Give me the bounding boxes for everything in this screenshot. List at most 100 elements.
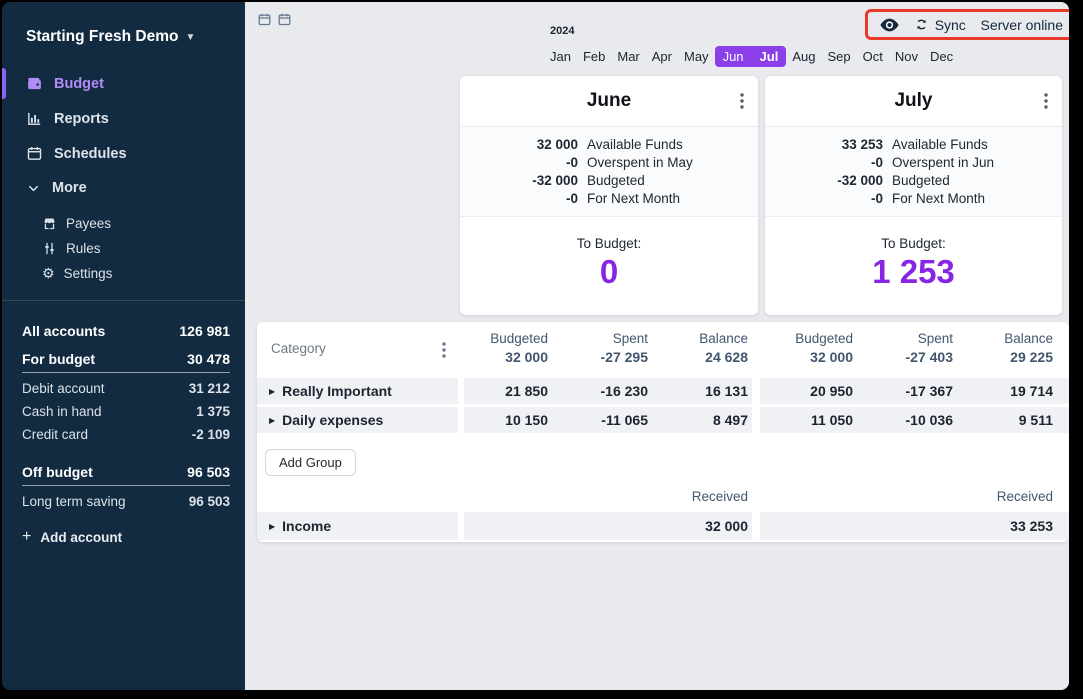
account-label: Cash in hand bbox=[22, 404, 102, 419]
month-jul[interactable]: Jul bbox=[752, 46, 787, 67]
june-income-received-cell[interactable]: 32 000 bbox=[464, 512, 752, 540]
summary-label: Budgeted bbox=[587, 173, 758, 188]
month-jan[interactable]: Jan bbox=[544, 46, 577, 67]
group-expander[interactable]: ▶ Daily expenses bbox=[257, 407, 458, 433]
table-header-row: Category Budgeted32 000 Spent-27 295 Bal… bbox=[257, 322, 1069, 378]
sidebar-item-more[interactable]: More bbox=[2, 171, 245, 205]
month-summary-card-june: June 32 000Available Funds -0Overspent i… bbox=[460, 76, 758, 315]
account-row-cash[interactable]: Cash in hand 1 375 bbox=[2, 400, 245, 423]
for-budget-row[interactable]: For budget 30 478 bbox=[22, 343, 230, 373]
sync-button[interactable]: Sync bbox=[914, 17, 966, 33]
june-spent-header[interactable]: Spent-27 295 bbox=[552, 330, 652, 367]
account-balance: 126 981 bbox=[179, 323, 230, 339]
summary-value: -32 000 bbox=[765, 173, 883, 188]
month-may[interactable]: May bbox=[678, 46, 715, 67]
summary-row: -0Overspent in Jun bbox=[765, 153, 1062, 171]
group-expander[interactable]: ▶Really Important bbox=[257, 378, 458, 404]
july-spent-total: -27 403 bbox=[857, 348, 953, 367]
off-budget-row[interactable]: Off budget 96 503 bbox=[22, 456, 230, 486]
june-balance-total: 24 628 bbox=[652, 348, 748, 367]
account-row-long-term-saving[interactable]: Long term saving 96 503 bbox=[2, 490, 245, 513]
account-label: Long term saving bbox=[22, 494, 126, 509]
june-balance-header[interactable]: Balance24 628 bbox=[652, 330, 752, 367]
month-nov[interactable]: Nov bbox=[889, 46, 924, 67]
category-header-label: Category bbox=[271, 341, 326, 356]
server-status-button[interactable]: Server online bbox=[981, 17, 1064, 33]
group-name: Daily expenses bbox=[282, 412, 383, 428]
received-header-row: Received Received bbox=[257, 487, 1069, 505]
to-budget-amount[interactable]: 1 253 bbox=[872, 253, 955, 291]
july-spent-cell[interactable]: -17 367 bbox=[857, 378, 957, 404]
sidebar-subnav: Payees Rules ⚙ Settings bbox=[2, 211, 245, 286]
privacy-eye-icon[interactable] bbox=[880, 18, 899, 32]
summary-label: Available Funds bbox=[892, 137, 1062, 152]
month-sep[interactable]: Sep bbox=[821, 46, 856, 67]
july-income-received-cell[interactable]: 33 253 bbox=[760, 512, 1057, 540]
triangle-right-icon: ▶ bbox=[269, 522, 275, 531]
add-account-label: Add account bbox=[40, 530, 122, 545]
calendar-one-month-icon[interactable] bbox=[257, 12, 272, 27]
summary-value: -32 000 bbox=[460, 173, 578, 188]
calendar-icon bbox=[26, 145, 43, 162]
wallet-icon bbox=[26, 75, 43, 92]
sidebar-item-settings[interactable]: ⚙ Settings bbox=[2, 261, 245, 286]
july-spent-header[interactable]: Spent-27 403 bbox=[857, 330, 957, 367]
sidebar-item-label: Settings bbox=[64, 266, 113, 281]
month-dec[interactable]: Dec bbox=[924, 46, 959, 67]
account-row-debit[interactable]: Debit account 31 212 bbox=[2, 377, 245, 400]
june-budgeted-header[interactable]: Budgeted32 000 bbox=[464, 330, 552, 367]
june-spent-cell[interactable]: -11 065 bbox=[552, 407, 652, 433]
sidebar: Starting Fresh Demo ▼ Budget Reports Sch… bbox=[2, 2, 245, 690]
july-budgeted-header[interactable]: Budgeted32 000 bbox=[760, 330, 857, 367]
sidebar-item-reports[interactable]: Reports bbox=[2, 101, 245, 136]
july-balance-cell[interactable]: 9 511 bbox=[957, 407, 1057, 433]
month-aug[interactable]: Aug bbox=[786, 46, 821, 67]
month-count-toggle bbox=[257, 12, 292, 27]
triangle-right-icon: ▶ bbox=[269, 416, 275, 425]
july-balance-header[interactable]: Balance29 225 bbox=[957, 330, 1057, 367]
july-balance-cell[interactable]: 19 714 bbox=[957, 378, 1057, 404]
kebab-menu-icon[interactable] bbox=[740, 93, 744, 109]
account-label: Debit account bbox=[22, 381, 105, 396]
month-jun[interactable]: Jun bbox=[715, 46, 752, 67]
account-label: Credit card bbox=[22, 427, 88, 442]
july-budgeted-cell[interactable]: 11 050 bbox=[760, 407, 857, 433]
july-received-label: Received bbox=[760, 489, 1057, 504]
sync-label: Sync bbox=[935, 17, 966, 33]
month-mar[interactable]: Mar bbox=[611, 46, 645, 67]
month-feb[interactable]: Feb bbox=[577, 46, 611, 67]
june-spent-cell[interactable]: -16 230 bbox=[552, 378, 652, 404]
sidebar-item-payees[interactable]: Payees bbox=[2, 211, 245, 236]
all-accounts-row[interactable]: All accounts 126 981 bbox=[2, 315, 245, 343]
kebab-menu-icon[interactable] bbox=[1044, 93, 1048, 109]
calendar-two-month-icon[interactable] bbox=[277, 12, 292, 27]
june-spent-total: -27 295 bbox=[552, 348, 648, 367]
month-apr[interactable]: Apr bbox=[646, 46, 678, 67]
july-budgeted-cell[interactable]: 20 950 bbox=[760, 378, 857, 404]
june-balance-cell[interactable]: 8 497 bbox=[652, 407, 752, 433]
month-oct[interactable]: Oct bbox=[857, 46, 889, 67]
to-budget-amount[interactable]: 0 bbox=[600, 253, 618, 291]
budget-file-menu[interactable]: Starting Fresh Demo ▼ bbox=[2, 2, 245, 52]
account-balance: 96 503 bbox=[189, 494, 230, 509]
july-spent-cell[interactable]: -10 036 bbox=[857, 407, 957, 433]
summary-label: Available Funds bbox=[587, 137, 758, 152]
month-title: June bbox=[587, 90, 631, 112]
account-label: All accounts bbox=[22, 323, 105, 339]
summary-row: 32 000Available Funds bbox=[460, 135, 758, 153]
kebab-menu-icon[interactable] bbox=[442, 342, 446, 358]
account-row-credit-card[interactable]: Credit card -2 109 bbox=[2, 423, 245, 446]
june-budgeted-cell[interactable]: 10 150 bbox=[464, 407, 552, 433]
sidebar-item-schedules[interactable]: Schedules bbox=[2, 136, 245, 171]
june-balance-cell[interactable]: 16 131 bbox=[652, 378, 752, 404]
summary-row: 33 253Available Funds bbox=[765, 135, 1062, 153]
sidebar-item-rules[interactable]: Rules bbox=[2, 236, 245, 261]
add-account-button[interactable]: + Add account bbox=[2, 513, 245, 561]
sliders-icon bbox=[42, 241, 57, 256]
to-budget-label: To Budget: bbox=[881, 236, 946, 251]
group-expander[interactable]: ▶Income bbox=[257, 512, 458, 540]
sidebar-item-budget[interactable]: Budget bbox=[2, 66, 245, 101]
plus-icon: + bbox=[22, 529, 31, 545]
add-group-button[interactable]: Add Group bbox=[265, 449, 356, 476]
june-budgeted-cell[interactable]: 21 850 bbox=[464, 378, 552, 404]
